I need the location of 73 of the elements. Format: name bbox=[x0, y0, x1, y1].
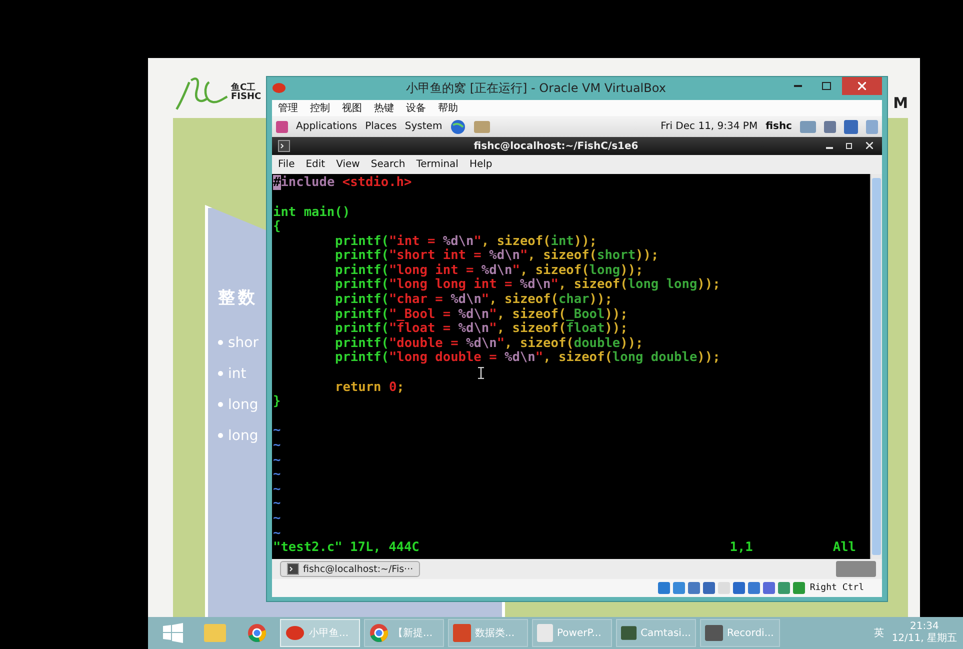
empty-line-marker: ~ bbox=[273, 510, 281, 526]
empty-line-marker: ~ bbox=[273, 482, 281, 497]
globe-icon[interactable] bbox=[450, 118, 466, 135]
bullet-item: long bbox=[228, 396, 258, 412]
empty-line-marker: ~ bbox=[273, 496, 281, 512]
code-line: printf("double = %d\n", sizeof(double)); bbox=[335, 336, 644, 351]
bullet-item: long bbox=[228, 428, 258, 444]
code-line: int main() bbox=[273, 204, 350, 220]
menu-item[interactable]: View bbox=[336, 159, 360, 170]
panel-user[interactable]: fishc bbox=[766, 121, 792, 132]
code-line: } bbox=[273, 394, 281, 410]
empty-line-marker: ~ bbox=[273, 452, 281, 468]
terminal-icon bbox=[278, 140, 290, 152]
empty-line-marker: ~ bbox=[273, 467, 281, 482]
panel-menu[interactable]: Applications bbox=[296, 121, 358, 132]
minimize-icon bbox=[826, 146, 832, 149]
text-cursor-icon bbox=[478, 367, 484, 380]
menu-item[interactable]: 帮助 bbox=[438, 100, 458, 115]
panel-clock[interactable]: Fri Dec 11, 9:34 PM bbox=[660, 121, 758, 132]
menu-item[interactable]: 视图 bbox=[342, 100, 362, 115]
bullet-icon bbox=[218, 433, 223, 438]
code-line: printf("int = %d\n", sizeof(int)); bbox=[335, 234, 598, 249]
empty-line-marker: ~ bbox=[273, 526, 281, 541]
window-title: 小甲鱼的窝 [正在运行] - Oracle VM VirtualBox bbox=[405, 80, 667, 97]
code-line: { bbox=[273, 219, 281, 234]
menu-item[interactable]: Edit bbox=[306, 159, 326, 170]
code-line: printf("char = %d\n", sizeof(char)); bbox=[335, 292, 612, 308]
menu-item[interactable]: 控制 bbox=[310, 100, 330, 115]
browser-icon bbox=[369, 623, 389, 643]
scrollbar[interactable] bbox=[870, 174, 882, 560]
terminal-title: fishc@localhost:~/FishC/s1e6 bbox=[472, 140, 640, 152]
minimize-icon bbox=[794, 85, 802, 88]
browser-icon bbox=[247, 623, 267, 643]
empty-line-marker: ~ bbox=[273, 438, 281, 453]
slide-heading: 整数 bbox=[218, 287, 258, 309]
menu-item[interactable]: Search bbox=[370, 159, 406, 170]
bullet-icon bbox=[218, 402, 223, 407]
code-line: return 0; bbox=[335, 380, 404, 395]
bullet-icon bbox=[218, 340, 223, 345]
bullet-icon bbox=[218, 371, 223, 376]
code-line: printf("long int = %d\n", sizeof(long)); bbox=[335, 262, 644, 278]
scroll-position: All bbox=[832, 541, 856, 556]
code-line: printf("float = %d\n", sizeof(float)); bbox=[335, 321, 628, 336]
panel-menu[interactable]: System bbox=[404, 121, 442, 132]
terminal-icon bbox=[287, 563, 299, 576]
panel-menu[interactable]: Places bbox=[365, 121, 397, 132]
cursor-position: 1,1 bbox=[730, 541, 753, 556]
code-line: printf("_Bool = %d\n", sizeof(_Bool)); bbox=[335, 306, 628, 322]
menu-item[interactable]: Help bbox=[469, 159, 492, 170]
host-key-label: Right Ctrl bbox=[810, 583, 864, 594]
close-icon bbox=[866, 142, 872, 149]
code-line: #include <stdio.h> bbox=[273, 175, 412, 190]
menu-item[interactable]: 设备 bbox=[406, 100, 426, 115]
window-list-button[interactable]: fishc@localhost:~/Fis··· bbox=[280, 561, 420, 578]
code-line: printf("long long int = %d\n", sizeof(long long)); bbox=[335, 277, 720, 292]
maximize-icon bbox=[846, 142, 852, 149]
maximize-icon bbox=[822, 82, 830, 90]
bullet-item: int bbox=[228, 366, 246, 382]
menu-item[interactable]: Terminal bbox=[416, 159, 458, 170]
menu-item[interactable]: 热键 bbox=[374, 100, 394, 115]
close-icon bbox=[858, 82, 866, 90]
header-text: M bbox=[893, 94, 908, 112]
code-line: printf("short int = %d\n", sizeof(short)); bbox=[335, 248, 659, 264]
logo-title: 鱼C工 bbox=[231, 84, 256, 93]
menu-item[interactable]: 管理 bbox=[278, 100, 298, 115]
workspace-switcher-icon bbox=[836, 561, 876, 578]
logo-subtitle: FISHC bbox=[231, 93, 262, 102]
file-info: "test2.c" 17L, 444C bbox=[273, 541, 420, 556]
code-line: printf("long double = %d\n", sizeof(long double)); bbox=[335, 350, 720, 366]
windows-logo-icon bbox=[163, 623, 183, 643]
menu-item[interactable]: File bbox=[278, 159, 295, 170]
empty-line-marker: ~ bbox=[273, 423, 281, 438]
bullet-item: shor bbox=[228, 334, 258, 350]
